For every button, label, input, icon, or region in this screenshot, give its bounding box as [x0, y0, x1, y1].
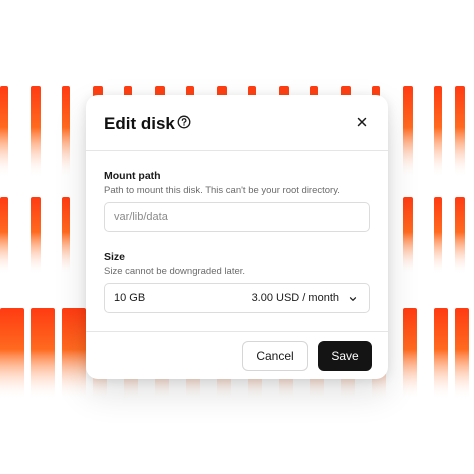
- background-stripe: [0, 308, 24, 400]
- background-stripe: [0, 86, 8, 178]
- size-help: Size cannot be downgraded later.: [104, 266, 246, 277]
- chevron-down-icon: [349, 297, 357, 301]
- background-stripe: [434, 308, 448, 400]
- size-select[interactable]: 10 GB 3.00 USD / month: [104, 283, 370, 313]
- mount-path-label: Mount path: [104, 170, 161, 182]
- background-stripe: [455, 197, 465, 275]
- background-stripe: [434, 197, 442, 275]
- background-stripe: [31, 86, 41, 178]
- size-price: 3.00 USD / month: [251, 292, 339, 304]
- mount-path-help: Path to mount this disk. This can't be y…: [104, 185, 340, 196]
- background-stripe: [434, 86, 442, 178]
- size-selected-value: 10 GB: [114, 292, 146, 304]
- dialog-header: Edit disk: [86, 95, 388, 151]
- dialog-title: Edit disk: [104, 114, 175, 133]
- size-label: Size: [104, 251, 126, 263]
- save-button[interactable]: Save: [318, 341, 372, 371]
- cancel-button[interactable]: Cancel: [242, 341, 308, 371]
- edit-disk-dialog: Edit disk Mount path Path to mount this …: [86, 95, 388, 379]
- background-stripe: [0, 197, 8, 275]
- background-stripe: [31, 197, 41, 275]
- background-stripe: [62, 86, 70, 178]
- background-stripe: [455, 308, 469, 400]
- background-stripe: [455, 86, 465, 178]
- help-circle-icon[interactable]: [177, 115, 191, 129]
- background-stripe: [31, 308, 55, 400]
- dialog-footer: Cancel Save: [86, 331, 388, 379]
- background-stripe: [403, 308, 417, 400]
- background-stripe: [62, 308, 86, 400]
- background-stripe: [403, 86, 413, 178]
- background-stripe: [403, 197, 413, 275]
- close-icon[interactable]: [354, 114, 370, 130]
- mount-path-input[interactable]: [104, 202, 370, 232]
- background-stripe: [62, 197, 70, 275]
